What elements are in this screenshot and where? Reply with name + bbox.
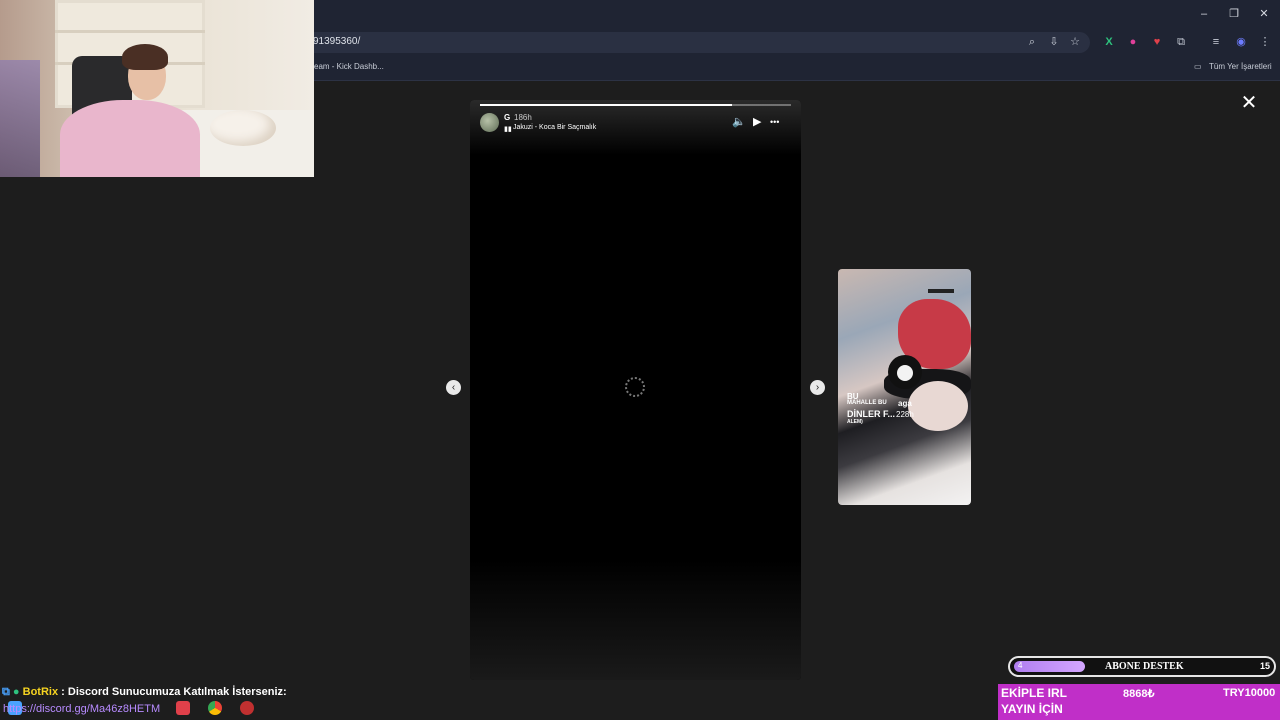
chat-badge-icon: ⧉ xyxy=(2,686,10,698)
donation-goal-target: TRY10000 xyxy=(1223,687,1276,699)
donation-goal-banner: EKİPLE IRL YAYIN İÇİN 8868₺ TRY10000 xyxy=(998,684,1280,720)
preview-text-line2: MAHALLE BU xyxy=(847,400,887,406)
preview-dog-face xyxy=(897,365,913,381)
preview-text-line3: DİNLER F... xyxy=(847,409,896,419)
previous-story-button[interactable]: ‹ xyxy=(446,380,461,395)
restore-button[interactable]: ❐ xyxy=(1227,7,1241,21)
subscriber-goal-fill xyxy=(1014,661,1086,672)
close-viewer-button[interactable]: ✕ xyxy=(1240,93,1258,113)
avatar[interactable] xyxy=(480,113,499,132)
extension-red-icon[interactable]: ♥ xyxy=(1150,35,1164,49)
bookmark-kick-dashboard[interactable]: eam - Kick Dashb... xyxy=(314,62,384,71)
story-time: 186h xyxy=(514,113,532,122)
chat-username: BotRix xyxy=(22,686,59,698)
next-story-button[interactable]: › xyxy=(810,380,825,395)
subscriber-goal-label: ABONE DESTEK xyxy=(1105,661,1184,672)
media-icon[interactable]: ≡ xyxy=(1209,35,1223,49)
story-user-name[interactable]: G xyxy=(504,113,510,122)
subscriber-goal-bar: 4 ABONE DESTEK 15 xyxy=(1008,656,1276,677)
extensions-icon[interactable]: ⧉ xyxy=(1174,35,1188,49)
obs-icon[interactable] xyxy=(240,701,254,715)
chrome-icon[interactable] xyxy=(208,701,222,715)
story-viewer[interactable]: G 186h ▮▮ Jakuzi - Koca Bir Saçmalık 🔈 ▶… xyxy=(470,100,801,680)
webcam-cat xyxy=(210,110,276,146)
subscriber-goal-target: 15 xyxy=(1260,661,1271,671)
discord-link[interactable]: https://discord.gg/Ma46z8HETM xyxy=(3,703,160,715)
taskbar-app-red-icon[interactable] xyxy=(176,701,190,715)
webcam-person-body xyxy=(60,100,200,177)
webcam-person-hair xyxy=(122,44,168,70)
address-bar[interactable] xyxy=(300,32,1090,53)
story-music[interactable]: Jakuzi - Koca Bir Saçmalık xyxy=(513,124,596,131)
donation-goal-line2: YAYIN İÇİN xyxy=(1001,702,1063,716)
install-icon[interactable]: ⇩ xyxy=(1047,35,1061,49)
chat-verified-icon: ● xyxy=(12,686,20,698)
preview-tag: aga xyxy=(898,399,912,408)
preview-time: 228h xyxy=(896,410,914,419)
minimize-button[interactable]: – xyxy=(1197,7,1211,21)
chat-text: : Discord Sunucumuza Katılmak İsterseniz… xyxy=(58,686,287,698)
extension-pink-icon[interactable]: ● xyxy=(1126,35,1140,49)
next-story-preview[interactable]: BU MAHALLE BU DİNLER F... ALEM) aga 228h xyxy=(838,269,971,505)
zoom-icon[interactable]: ⌕ xyxy=(1025,35,1039,49)
story-progress-track xyxy=(480,104,791,106)
menu-icon[interactable]: ⋮ xyxy=(1258,35,1272,49)
donation-goal-amount: 8868₺ xyxy=(1123,688,1155,700)
window-close-button[interactable]: ✕ xyxy=(1257,7,1271,21)
more-options-button[interactable]: ••• xyxy=(770,116,779,128)
preview-text-line4: ALEM) xyxy=(847,419,863,425)
profile-icon[interactable]: ◉ xyxy=(1234,35,1248,49)
webcam-light xyxy=(0,60,40,177)
extension-x-icon[interactable]: X xyxy=(1102,35,1116,49)
url-text: 91395360/ xyxy=(313,36,361,47)
story-bottom-gradient xyxy=(470,560,801,680)
music-icon: ▮▮ xyxy=(504,126,512,133)
all-bookmarks-button[interactable]: Tüm Yer İşaretleri xyxy=(1209,62,1272,71)
play-button[interactable]: ▶ xyxy=(753,116,761,128)
star-icon[interactable]: ☆ xyxy=(1068,35,1082,49)
preview-face xyxy=(908,381,968,431)
mute-button[interactable]: 🔈 xyxy=(732,116,746,128)
story-progress-fill xyxy=(480,104,732,106)
preview-sticker xyxy=(928,289,954,293)
chat-message: ⧉ ● BotRix : Discord Sunucumuza Katılmak… xyxy=(2,686,287,699)
loading-spinner xyxy=(625,377,645,397)
folder-icon: ▭ xyxy=(1194,62,1202,71)
webcam-overlay xyxy=(0,0,314,177)
donation-goal-line1: EKİPLE IRL xyxy=(1001,686,1068,700)
subscriber-goal-current: 4 xyxy=(1018,661,1023,670)
webcam-shelf-row xyxy=(55,30,205,33)
